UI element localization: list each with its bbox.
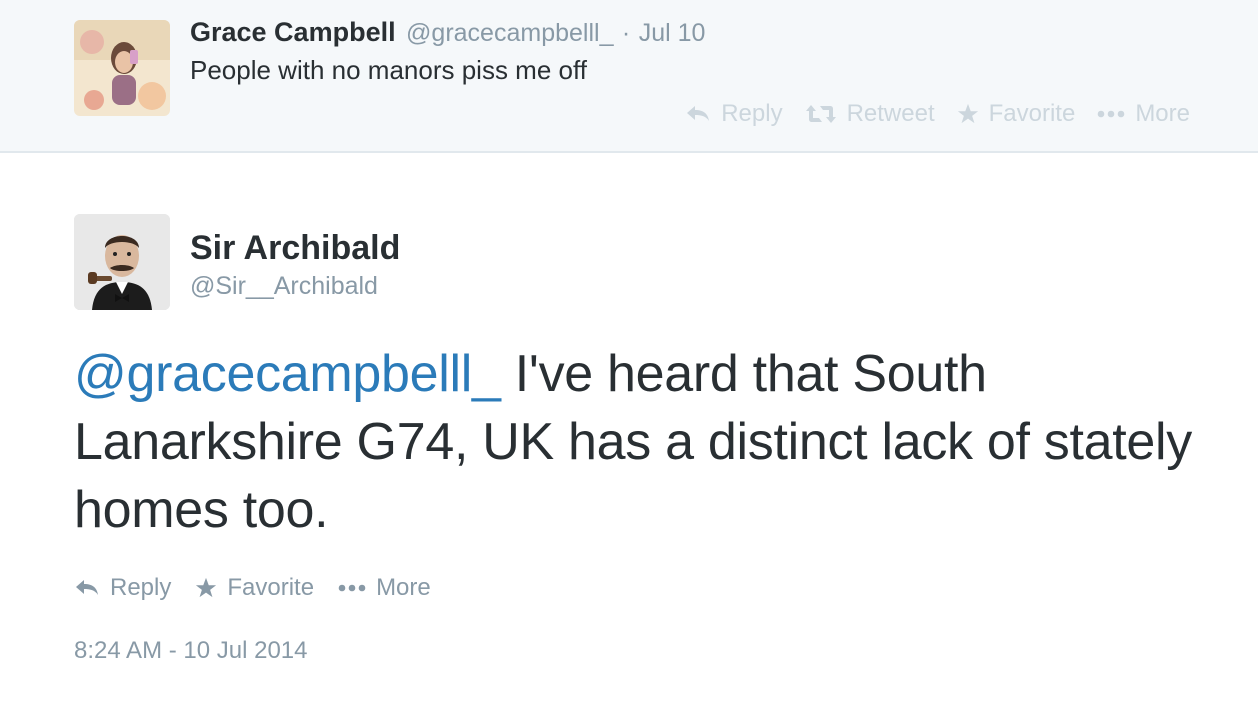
more-button[interactable]: More: [1097, 100, 1190, 128]
retweet-icon: [805, 105, 836, 123]
more-label: More: [376, 574, 431, 601]
more-button[interactable]: More: [338, 574, 431, 602]
separator: ·: [621, 19, 631, 47]
main-tweet-actions: Reply Favorite More: [74, 574, 431, 602]
favorite-label: Favorite: [227, 574, 315, 601]
more-dots-icon: [338, 584, 366, 592]
retweet-label: Retweet: [846, 100, 935, 127]
user-photo-icon: [74, 214, 170, 310]
mention-link[interactable]: @gracecampbelll_: [74, 345, 501, 403]
favorite-label: Favorite: [988, 100, 1076, 127]
tweet-time[interactable]: Jul 10: [639, 19, 706, 47]
tweet-timestamp[interactable]: 8:24 AM - 10 Jul 2014: [74, 637, 307, 665]
reply-button[interactable]: Reply: [74, 574, 171, 602]
more-label: More: [1135, 100, 1190, 127]
author-fullname[interactable]: Sir Archibald: [190, 229, 400, 268]
reply-icon: [687, 106, 710, 121]
tweet-text: People with no manors piss me off: [190, 55, 587, 85]
star-icon: [196, 577, 217, 598]
reply-label: Reply: [721, 100, 783, 127]
reply-icon: [76, 580, 98, 595]
user-photo-icon: [74, 20, 170, 116]
favorite-button[interactable]: Favorite: [195, 574, 314, 602]
reply-label: Reply: [110, 574, 172, 601]
author-handle[interactable]: @Sir__Archibald: [190, 272, 378, 301]
more-dots-icon: [1098, 110, 1125, 118]
reply-button[interactable]: Reply: [685, 100, 783, 128]
tweet-text: @gracecampbelll_ I've heard that South L…: [74, 340, 1194, 544]
avatar[interactable]: [74, 214, 170, 310]
parent-tweet-header: Grace Campbell @gracecampbelll_ · Jul 10: [190, 17, 705, 48]
favorite-button[interactable]: Favorite: [957, 100, 1076, 128]
parent-tweet[interactable]: Grace Campbell @gracecampbelll_ · Jul 10…: [0, 0, 1258, 153]
author-fullname[interactable]: Grace Campbell: [190, 17, 396, 47]
star-icon: [957, 103, 978, 124]
retweet-button[interactable]: Retweet: [805, 100, 935, 128]
avatar[interactable]: [74, 20, 170, 116]
author-handle[interactable]: @gracecampbelll_: [406, 19, 613, 47]
parent-tweet-actions: Reply Retweet Favorite More: [685, 100, 1190, 128]
